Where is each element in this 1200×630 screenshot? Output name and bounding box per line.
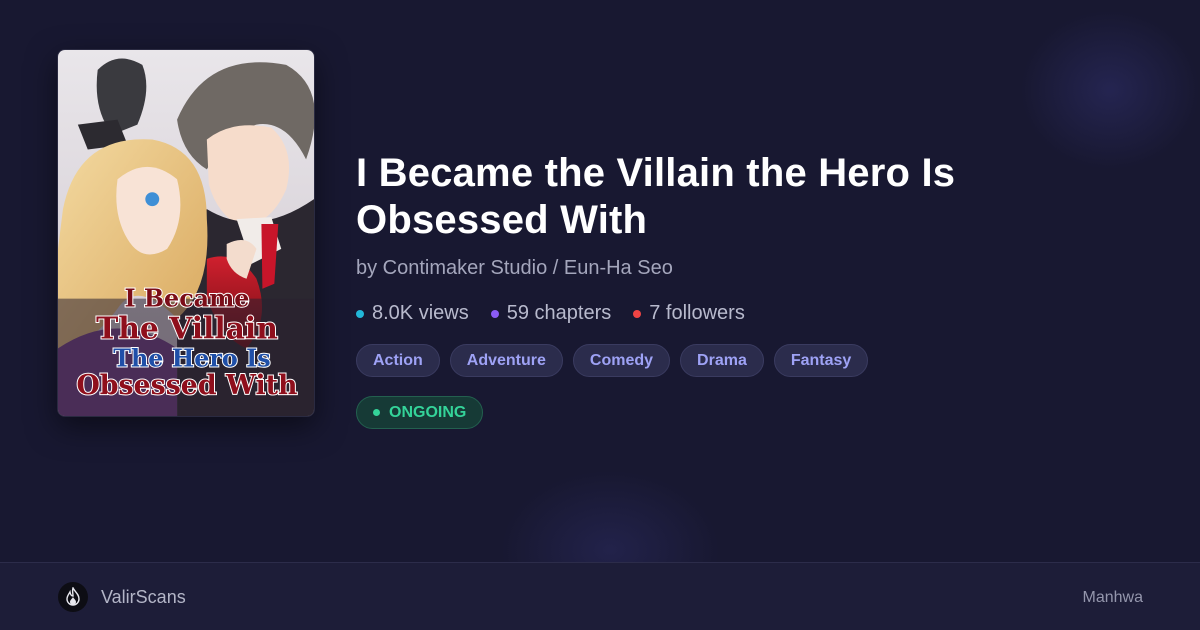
brand-name: ValirScans	[101, 586, 186, 607]
views-dot-icon	[356, 309, 364, 318]
genre-tag-comedy[interactable]: Comedy	[572, 344, 671, 377]
genre-tag-adventure[interactable]: Adventure	[449, 344, 563, 377]
followers-dot-icon	[633, 309, 642, 318]
cover-title-line: Obsessed With	[76, 370, 297, 401]
genre-tag-fantasy[interactable]: Fantasy	[773, 344, 869, 377]
cover-title-line: The Villain	[96, 311, 278, 346]
cover-title-line: I Became	[125, 285, 250, 313]
cover-title-line: The Hero Is	[113, 344, 270, 372]
series-type-label: Manhwa	[1082, 589, 1143, 606]
stat-views: 8.0K views	[356, 302, 469, 325]
stat-chapters: 59 chapters	[490, 302, 612, 325]
series-author[interactable]: by Contimaker Studio / Eun-Ha Seo	[356, 257, 1156, 280]
stat-label: 59 chapters	[506, 302, 612, 324]
stat-label: 8.0K views	[372, 302, 469, 324]
series-title: I Became the Villain the Hero Is Obsesse…	[356, 151, 956, 242]
brand[interactable]: ValirScans	[58, 582, 186, 612]
series-stats: 8.0K views 59 chapters 7 followers	[356, 302, 1156, 325]
footer-bar: ValirScans Manhwa	[0, 562, 1200, 630]
status-badge: ONGOING	[356, 396, 484, 429]
status-dot-icon	[373, 409, 380, 416]
genre-tags: Action Adventure Comedy Drama Fantasy	[356, 344, 1156, 377]
background-glow	[1020, 10, 1200, 170]
genre-tag-drama[interactable]: Drama	[680, 344, 764, 377]
series-info: I Became the Villain the Hero Is Obsesse…	[356, 150, 1156, 429]
genre-tag-action[interactable]: Action	[356, 344, 440, 377]
cover-image[interactable]: I Became The Villain The Hero Is Obsesse…	[57, 49, 315, 417]
stat-label: 7 followers	[649, 302, 745, 324]
stat-followers: 7 followers	[633, 302, 745, 325]
chapters-dot-icon	[490, 309, 499, 318]
flame-icon	[58, 582, 88, 612]
status-label: ONGOING	[389, 403, 467, 421]
